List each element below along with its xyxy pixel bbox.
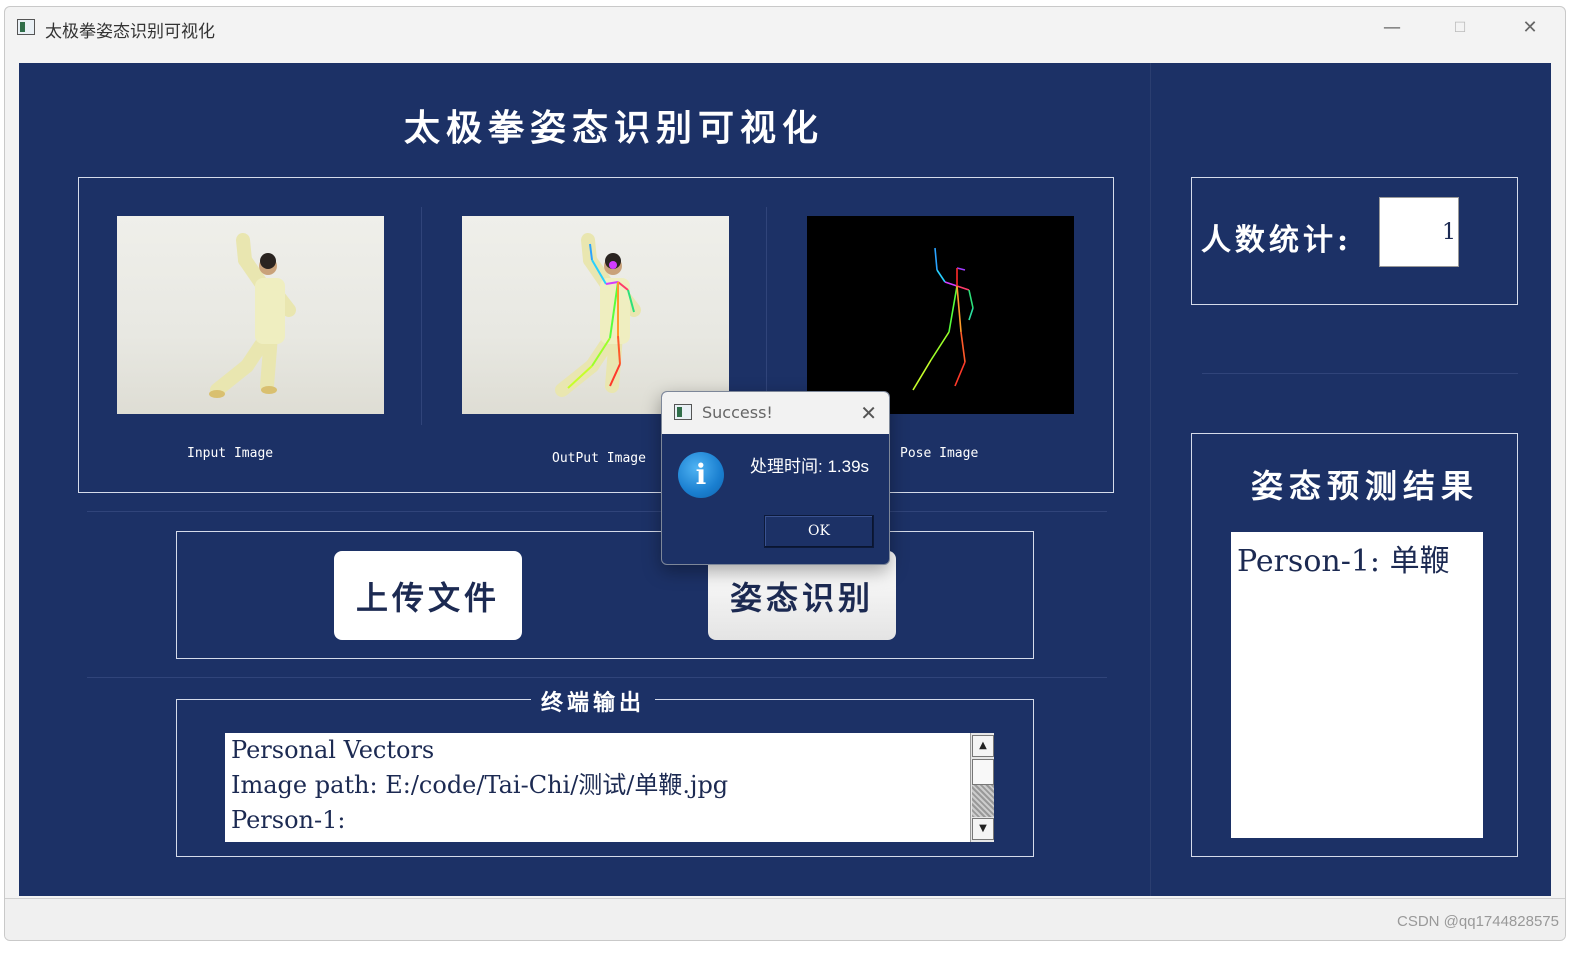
right-divider [1202, 373, 1518, 374]
pose-skeleton [912, 247, 974, 391]
dialog-title: Success! [702, 403, 773, 422]
input-figure [209, 233, 296, 398]
dialog-close-icon[interactable]: ✕ [860, 401, 877, 425]
watermark: CSDN @qq1744828575 [1396, 913, 1559, 930]
pose-image-caption: Pose Image [900, 446, 979, 461]
section-divider [87, 511, 1107, 512]
app-icon [17, 19, 35, 35]
title-bar: 太极拳姿态识别可视化 — ☐ ✕ [5, 7, 1565, 49]
terminal-output[interactable]: Personal Vectors Image path: E:/code/Tai… [225, 733, 994, 842]
pose-image [807, 216, 1074, 414]
terminal-scrollbar[interactable]: ▲ ▼ [970, 733, 994, 842]
terminal-line: Person-1: [231, 806, 346, 834]
input-image-caption: Input Image [187, 446, 274, 461]
upload-file-button[interactable]: 上传文件 [334, 551, 522, 640]
scroll-down-icon[interactable]: ▼ [972, 818, 994, 840]
result-text: Person-1: 单鞭 [1237, 544, 1450, 579]
scroll-track[interactable] [972, 785, 994, 817]
people-count-field[interactable]: 1 [1379, 197, 1459, 267]
status-bar [5, 898, 1565, 940]
result-textbox[interactable]: Person-1: 单鞭 [1231, 532, 1483, 838]
terminal-line: Personal Vectors [231, 736, 435, 764]
scroll-thumb[interactable] [972, 759, 994, 785]
page-title: 太极拳姿态识别可视化 [403, 107, 824, 149]
output-image-caption: OutPut Image [552, 451, 646, 466]
dialog-title-bar: Success! ✕ [662, 392, 889, 434]
close-button[interactable]: ✕ [1510, 15, 1550, 41]
dialog-message: 处理时间: 1.39s [750, 457, 870, 476]
scroll-up-icon[interactable]: ▲ [972, 735, 994, 757]
success-dialog: Success! ✕ i 处理时间: 1.39s OK [661, 391, 890, 565]
people-count-value: 1 [1442, 220, 1456, 245]
info-icon: i [678, 452, 724, 498]
ok-button[interactable]: OK [764, 515, 874, 548]
people-count-label: 人数统计: [1201, 223, 1353, 258]
terminal-label: 终端输出 [531, 685, 656, 717]
window-title: 太极拳姿态识别可视化 [45, 22, 215, 42]
input-image [117, 216, 384, 414]
section-divider [87, 677, 1107, 678]
result-title: 姿态预测结果 [1251, 467, 1480, 505]
button-frame [176, 531, 1034, 659]
image-divider [421, 207, 422, 425]
minimize-button[interactable]: — [1372, 15, 1412, 41]
output-figure [555, 233, 641, 397]
vertical-divider [1150, 63, 1151, 896]
maximize-button[interactable]: ☐ [1440, 15, 1480, 41]
output-image [462, 216, 729, 414]
terminal-line: Image path: E:/code/Tai-Chi/测试/单鞭.jpg [231, 771, 729, 799]
dialog-app-icon [674, 404, 692, 420]
